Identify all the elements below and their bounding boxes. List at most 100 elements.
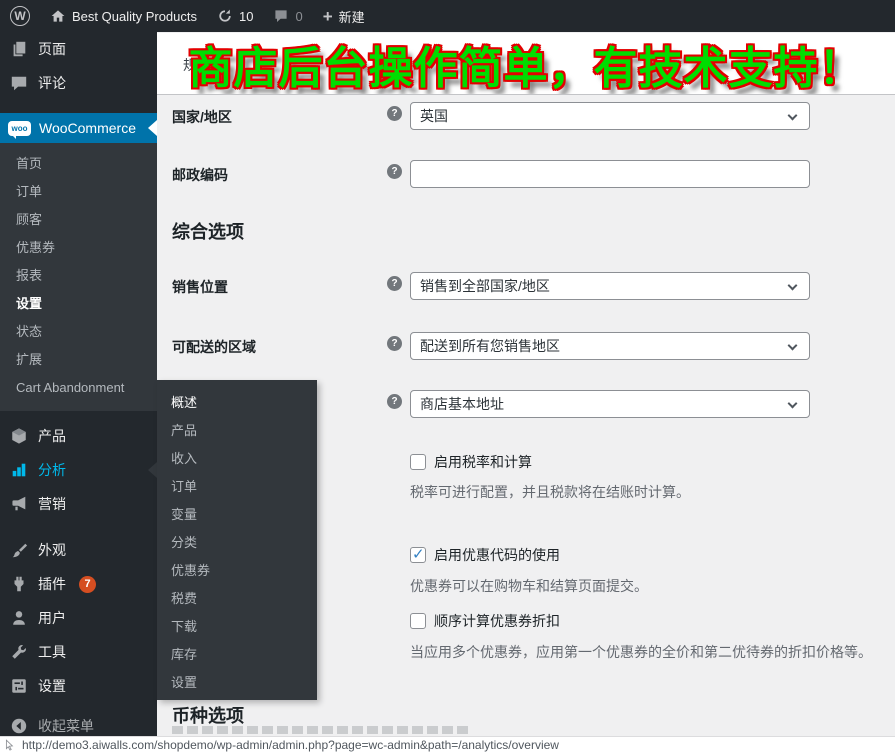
submenu-item-cart-abandonment[interactable]: Cart Abandonment xyxy=(0,374,157,402)
help-icon[interactable]: ? xyxy=(387,394,402,409)
sequential-coupons-checkbox[interactable]: ✓ xyxy=(410,613,426,629)
new-content-button[interactable]: + 新建 xyxy=(313,0,375,32)
chevron-down-icon xyxy=(788,111,798,121)
submenu-item-extensions[interactable]: 扩展 xyxy=(0,346,157,374)
woocommerce-submenu: 首页 订单 顾客 优惠券 报表 设置 状态 扩展 Cart Abandonmen… xyxy=(0,143,157,411)
flyout-item-variations[interactable]: 变量 xyxy=(157,501,317,529)
wordpress-menu[interactable]: W xyxy=(0,0,40,32)
flyout-item-settings[interactable]: 设置 xyxy=(157,669,317,697)
flyout-item-downloads[interactable]: 下载 xyxy=(157,613,317,641)
sequential-coupons-label: 顺序计算优惠券折扣 xyxy=(434,611,560,631)
cube-icon xyxy=(9,426,29,446)
promo-banner-text: 商店后台操作简单，有技术支持！ xyxy=(157,33,895,94)
submenu-item-home[interactable]: 首页 xyxy=(0,150,157,178)
sidebar-item-analytics[interactable]: 分析 xyxy=(0,453,157,487)
default-customer-location-select[interactable]: 商店基本地址 xyxy=(410,390,810,418)
submenu-item-orders[interactable]: 订单 xyxy=(0,178,157,206)
sidebar: 页面 评论 woo WooCommerce 首页 订单 顾客 优惠券 报表 设置… xyxy=(0,32,157,736)
home-icon xyxy=(50,8,66,24)
flyout-item-orders[interactable]: 订单 xyxy=(157,473,317,501)
sidebar-item-label: 工具 xyxy=(38,642,66,662)
default-customer-location-select-value: 商店基本地址 xyxy=(420,394,504,414)
updates-indicator[interactable]: 10 xyxy=(207,0,263,32)
postcode-label: 邮政编码 xyxy=(172,165,228,185)
submenu-item-settings-current[interactable]: 设置 xyxy=(0,290,157,318)
help-icon[interactable]: ? xyxy=(387,276,402,291)
chevron-down-icon xyxy=(788,341,798,351)
sidebar-item-pages[interactable]: 页面 xyxy=(0,32,157,66)
flyout-item-taxes[interactable]: 税费 xyxy=(157,585,317,613)
sidebar-item-label: 产品 xyxy=(38,426,66,446)
submenu-item-status[interactable]: 状态 xyxy=(0,318,157,346)
flyout-item-coupons[interactable]: 优惠券 xyxy=(157,557,317,585)
clipped-text-sliver xyxy=(172,726,472,734)
submenu-item-coupons[interactable]: 优惠券 xyxy=(0,234,157,262)
sidebar-item-settings[interactable]: 设置 xyxy=(0,669,157,703)
woocommerce-icon: woo xyxy=(8,121,31,136)
enable-taxes-label: 启用税率和计算 xyxy=(434,452,532,472)
pages-icon xyxy=(9,39,29,59)
selling-location-select[interactable]: 销售到全部国家/地区 xyxy=(410,272,810,300)
flyout-item-revenue[interactable]: 收入 xyxy=(157,445,317,473)
analytics-flyout-menu: 概述 产品 收入 订单 变量 分类 优惠券 税费 下载 库存 设置 xyxy=(157,380,317,700)
sidebar-item-label: 分析 xyxy=(38,460,66,480)
help-icon[interactable]: ? xyxy=(387,106,402,121)
country-select-value: 英国 xyxy=(420,106,448,126)
admin-bar: W Best Quality Products 10 0 + 新建 xyxy=(0,0,895,32)
shipping-location-select-value: 配送到所有您销售地区 xyxy=(420,336,560,356)
selling-location-select-value: 销售到全部国家/地区 xyxy=(420,276,550,296)
status-url: http://demo3.aiwalls.com/shopdemo/wp-adm… xyxy=(22,738,559,752)
sidebar-item-label: 插件 xyxy=(38,574,66,594)
sidebar-item-label: 外观 xyxy=(38,540,66,560)
wrench-icon xyxy=(9,642,29,662)
sidebar-item-label: 设置 xyxy=(38,676,66,696)
collapse-arrow-icon xyxy=(9,716,29,736)
sidebar-item-users[interactable]: 用户 xyxy=(0,601,157,635)
current-menu-arrow xyxy=(148,120,157,136)
country-select[interactable]: 英国 xyxy=(410,102,810,130)
chevron-down-icon xyxy=(788,281,798,291)
sidebar-item-marketing[interactable]: 营销 xyxy=(0,487,157,521)
megaphone-icon xyxy=(9,494,29,514)
submenu-item-customers[interactable]: 顾客 xyxy=(0,206,157,234)
shipping-location-select[interactable]: 配送到所有您销售地区 xyxy=(410,332,810,360)
updates-icon xyxy=(217,8,233,24)
comments-icon xyxy=(9,73,29,93)
submenu-item-reports[interactable]: 报表 xyxy=(0,262,157,290)
enable-taxes-row: ✓ 启用税率和计算 xyxy=(410,452,532,472)
postcode-input[interactable] xyxy=(410,160,810,188)
country-label: 国家/地区 xyxy=(172,107,232,127)
sequential-coupons-description: 当应用多个优惠券，应用第一个优惠券的全价和第二优待券的折扣价格等。 xyxy=(410,642,872,662)
enable-coupons-row: ✓ 启用优惠代码的使用 xyxy=(410,545,560,565)
flyout-item-products[interactable]: 产品 xyxy=(157,417,317,445)
brush-icon xyxy=(9,540,29,560)
plus-icon: + xyxy=(323,8,333,25)
help-icon[interactable]: ? xyxy=(387,336,402,351)
plugins-update-badge: 7 xyxy=(79,576,96,593)
sidebar-item-label: 营销 xyxy=(38,494,66,514)
help-icon[interactable]: ? xyxy=(387,164,402,179)
enable-coupons-label: 启用优惠代码的使用 xyxy=(434,545,560,565)
enable-taxes-checkbox[interactable]: ✓ xyxy=(410,454,426,470)
sidebar-item-products[interactable]: 产品 xyxy=(0,419,157,453)
flyout-item-categories[interactable]: 分类 xyxy=(157,529,317,557)
sidebar-item-label: WooCommerce xyxy=(39,120,136,136)
sidebar-item-tools[interactable]: 工具 xyxy=(0,635,157,669)
flyout-item-overview[interactable]: 概述 xyxy=(157,389,317,417)
sidebar-item-comments[interactable]: 评论 xyxy=(0,66,157,100)
shipping-location-label: 可配送的区域 xyxy=(172,337,256,357)
check-icon: ✓ xyxy=(412,545,425,563)
browser-status-bar: http://demo3.aiwalls.com/shopdemo/wp-adm… xyxy=(0,736,895,752)
site-link[interactable]: Best Quality Products xyxy=(40,0,207,32)
sidebar-item-woocommerce[interactable]: woo WooCommerce xyxy=(0,113,157,143)
enable-coupons-checkbox[interactable]: ✓ xyxy=(410,547,426,563)
updates-count: 10 xyxy=(239,9,253,24)
sidebar-item-plugins[interactable]: 插件 7 xyxy=(0,567,157,601)
comments-indicator[interactable]: 0 xyxy=(263,0,312,32)
sequential-coupons-row: ✓ 顺序计算优惠券折扣 xyxy=(410,611,560,631)
enable-taxes-description: 税率可进行配置，并且税款将在结账时计算。 xyxy=(410,482,690,502)
sidebar-item-appearance[interactable]: 外观 xyxy=(0,533,157,567)
cursor-icon xyxy=(4,739,16,751)
flyout-item-stock[interactable]: 库存 xyxy=(157,641,317,669)
sidebar-item-label: 页面 xyxy=(38,39,66,59)
